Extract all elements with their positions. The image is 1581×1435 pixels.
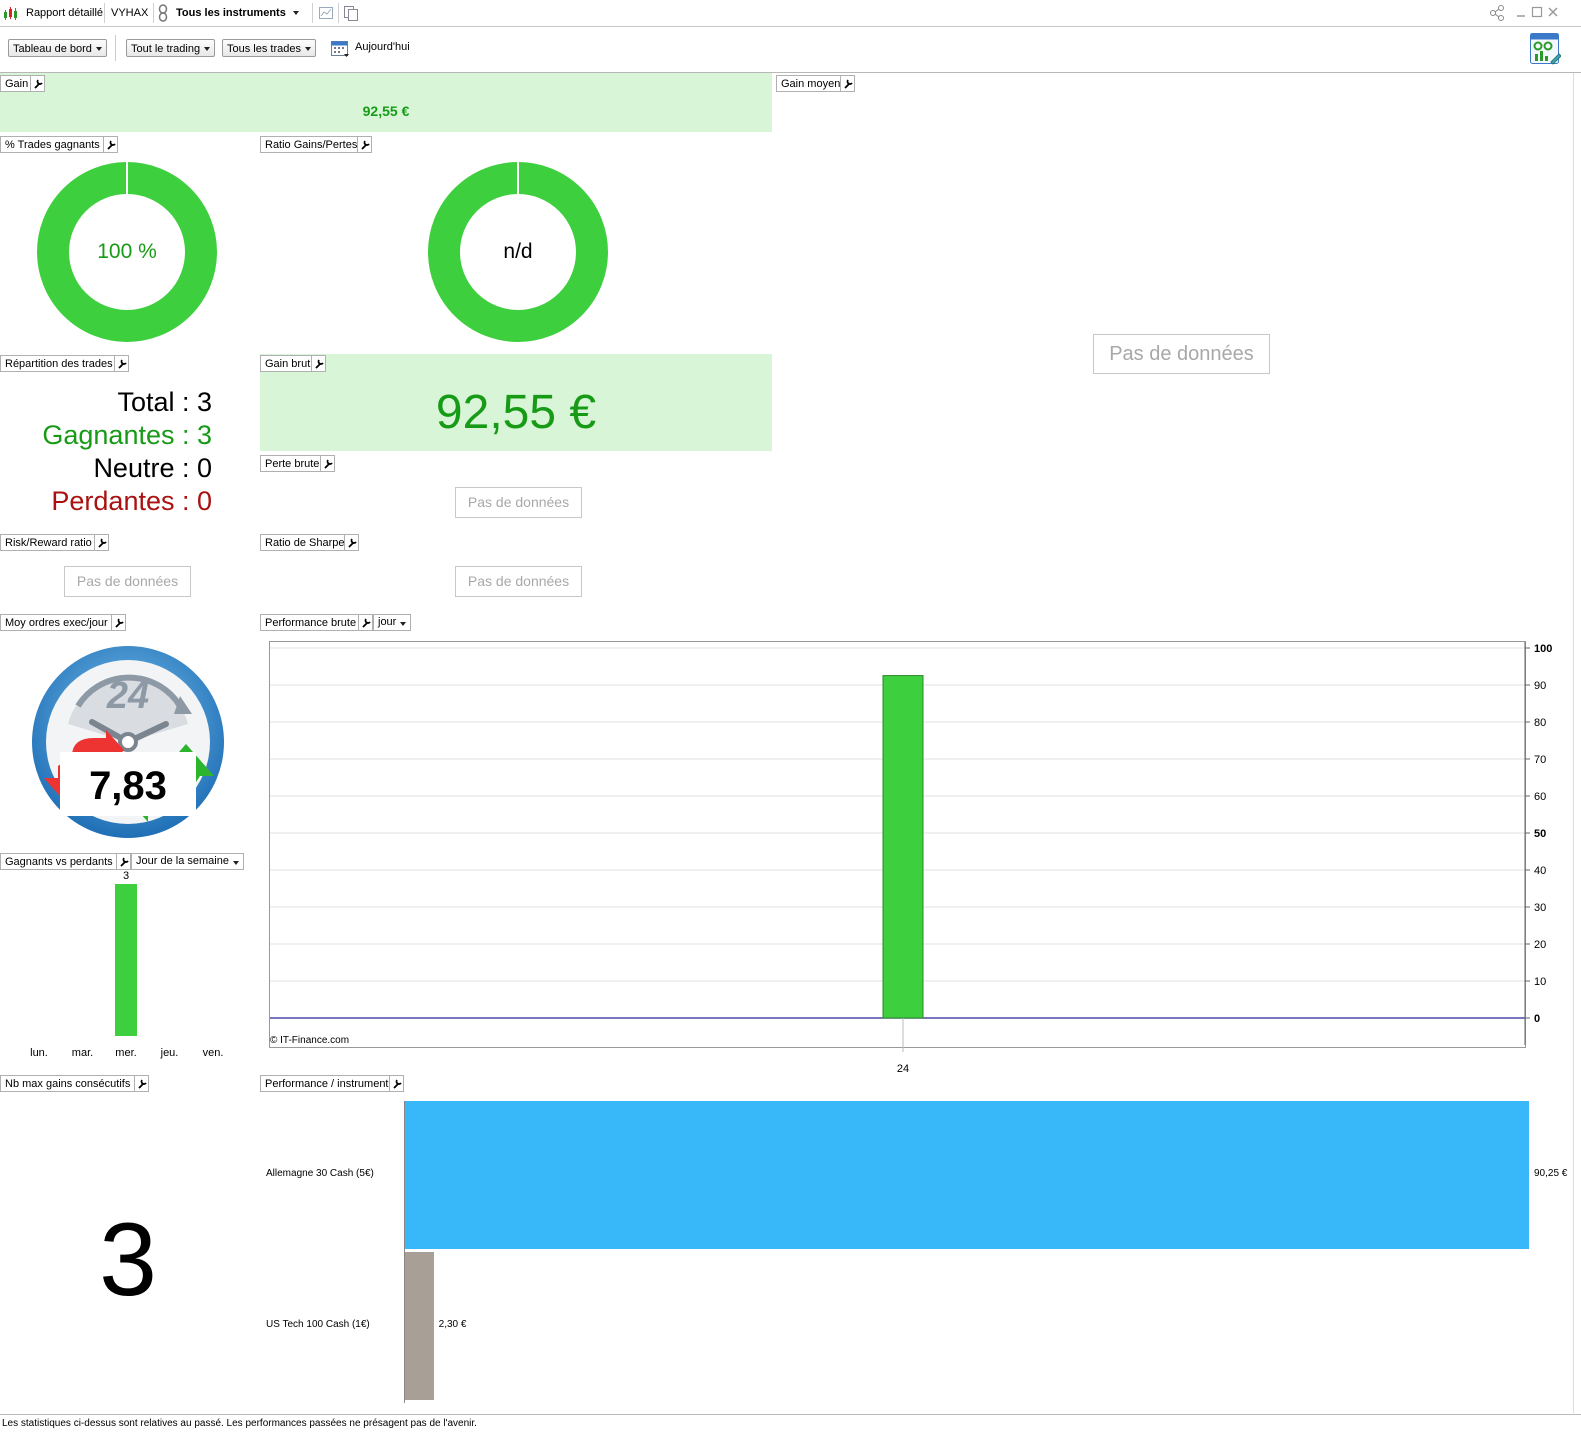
chart-copyright: © IT-Finance.com [270, 1035, 350, 1046]
instrument-label: Allemagne 30 Cash (5€) [266, 1168, 374, 1179]
weekday-label: jeu. [160, 1047, 179, 1059]
weekday-label: lun. [30, 1047, 48, 1059]
y-tick-label: 0 [1534, 1013, 1540, 1025]
y-tick-label: 50 [1534, 828, 1546, 840]
y-tick-label: 70 [1534, 754, 1546, 766]
perf-instrument-header: Performance / instrument [260, 1075, 394, 1092]
wrench-icon[interactable] [134, 1075, 149, 1092]
max-consec-value: 3 [99, 1202, 157, 1318]
instrument-label: US Tech 100 Cash (1€) [266, 1319, 370, 1330]
perf-bar [882, 675, 924, 1019]
win-vs-loss-chart: lun. mar. 3 mer. jeu. ven. [30, 870, 224, 1059]
weekday-bar [115, 884, 137, 1036]
weekday-label: mar. [72, 1047, 93, 1059]
x-tick-label: 24 [897, 1063, 909, 1075]
footer-disclaimer: Les statistiques ci-dessus sont relative… [2, 1418, 477, 1429]
max-consec-header: Nb max gains consécutifs [0, 1075, 136, 1092]
weekday-label: mer. [115, 1047, 136, 1059]
y-tick-label: 60 [1534, 791, 1546, 803]
win-vs-loss-period-dropdown[interactable]: Jour de la semaine [131, 853, 244, 870]
instrument-bar [405, 1101, 1529, 1249]
y-tick-label: 100 [1534, 643, 1552, 655]
y-tick-label: 20 [1534, 939, 1546, 951]
scrollbar-track[interactable] [1573, 73, 1574, 1413]
y-tick-label: 40 [1534, 865, 1546, 877]
win-vs-loss-header: Gagnants vs perdants [0, 853, 118, 870]
wrench-icon[interactable] [389, 1075, 404, 1092]
wrench-icon[interactable] [116, 853, 131, 870]
y-tick-label: 10 [1534, 976, 1546, 988]
weekday-label: ven. [203, 1047, 224, 1059]
instrument-bar [405, 1252, 434, 1400]
y-tick-label: 30 [1534, 902, 1546, 914]
instrument-value-label: 90,25 € [1534, 1168, 1568, 1179]
y-tick-label: 80 [1534, 717, 1546, 729]
instrument-value-label: 2,30 € [438, 1319, 467, 1330]
weekday-bar-label: 3 [123, 870, 129, 882]
y-tick-label: 90 [1534, 680, 1546, 692]
